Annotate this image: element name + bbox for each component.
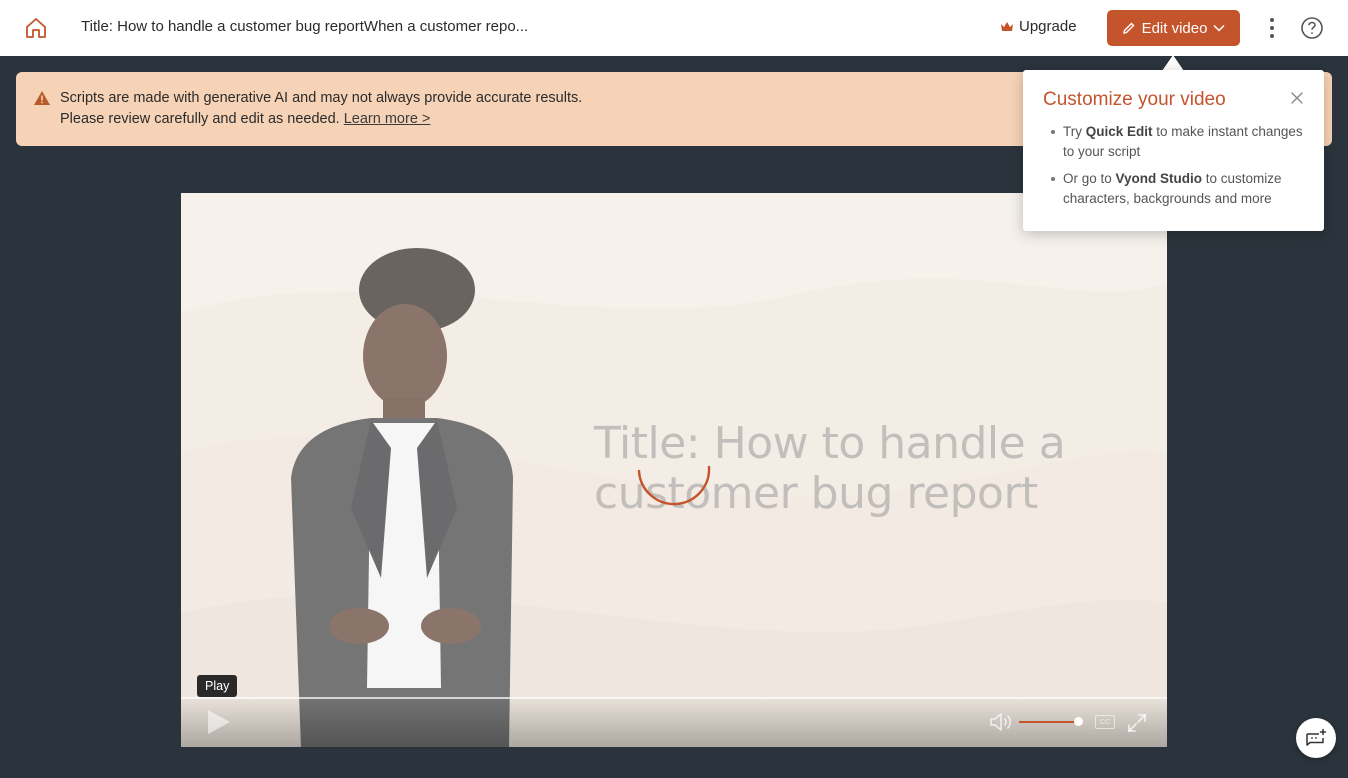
home-icon xyxy=(26,18,46,38)
top-bar: Title: How to handle a customer bug repo… xyxy=(0,0,1348,56)
popover-arrow xyxy=(1162,55,1184,71)
close-icon[interactable] xyxy=(1289,90,1305,106)
video-player[interactable]: Title: How to handle a customer bug repo… xyxy=(181,193,1167,747)
chat-assistant-button[interactable] xyxy=(1296,718,1336,758)
tip-text: Try xyxy=(1063,124,1086,139)
customize-popover: Customize your video Try Quick Edit to m… xyxy=(1023,70,1324,231)
popover-tips-list: Try Quick Edit to make instant changes t… xyxy=(1049,122,1309,216)
kebab-icon-dot xyxy=(1270,26,1274,30)
play-icon[interactable] xyxy=(203,707,233,737)
warning-icon xyxy=(34,91,50,105)
fullscreen-icon[interactable] xyxy=(1127,713,1147,733)
pencil-icon xyxy=(1122,22,1135,34)
banner-text-line2: Please review carefully and edit as need… xyxy=(60,111,430,127)
tip-bold: Vyond Studio xyxy=(1115,171,1203,186)
tip-text: Or go to xyxy=(1063,171,1116,186)
home-button[interactable] xyxy=(22,14,50,42)
play-tooltip: Play xyxy=(197,675,238,697)
tip-bold: Quick Edit xyxy=(1085,124,1153,139)
upgrade-label: Upgrade xyxy=(1019,18,1077,35)
video-title: Title: How to handle a customer bug repo… xyxy=(81,18,529,35)
captions-button[interactable]: CC xyxy=(1095,715,1115,729)
kebab-icon-dot xyxy=(1270,34,1274,38)
kebab-icon-dot xyxy=(1270,18,1274,22)
banner-text-line1: Scripts are made with generative AI and … xyxy=(60,90,583,106)
loading-spinner-icon xyxy=(637,465,711,506)
chevron-down-icon xyxy=(1213,24,1225,32)
popover-title: Customize your video xyxy=(1043,89,1226,110)
more-options-button[interactable] xyxy=(1262,14,1282,42)
learn-more-link[interactable]: Learn more > xyxy=(344,111,431,127)
banner-text-line2-body: Please review carefully and edit as need… xyxy=(60,111,340,127)
crown-icon xyxy=(1001,21,1013,31)
chat-bot-icon xyxy=(1306,728,1327,746)
volume-slider-handle[interactable] xyxy=(1074,717,1083,726)
help-icon xyxy=(1301,17,1323,39)
edit-video-button[interactable]: Edit video xyxy=(1107,10,1240,46)
progress-bar[interactable] xyxy=(181,697,1167,699)
popover-tip-quick-edit: Try Quick Edit to make instant changes t… xyxy=(1049,122,1309,162)
help-button[interactable] xyxy=(1300,16,1324,40)
upgrade-button[interactable]: Upgrade xyxy=(1000,18,1077,35)
volume-icon[interactable] xyxy=(989,711,1013,733)
edit-video-label: Edit video xyxy=(1141,19,1208,37)
popover-tip-vyond-studio: Or go to Vyond Studio to customize chara… xyxy=(1049,169,1309,209)
volume-slider[interactable] xyxy=(1019,721,1078,723)
